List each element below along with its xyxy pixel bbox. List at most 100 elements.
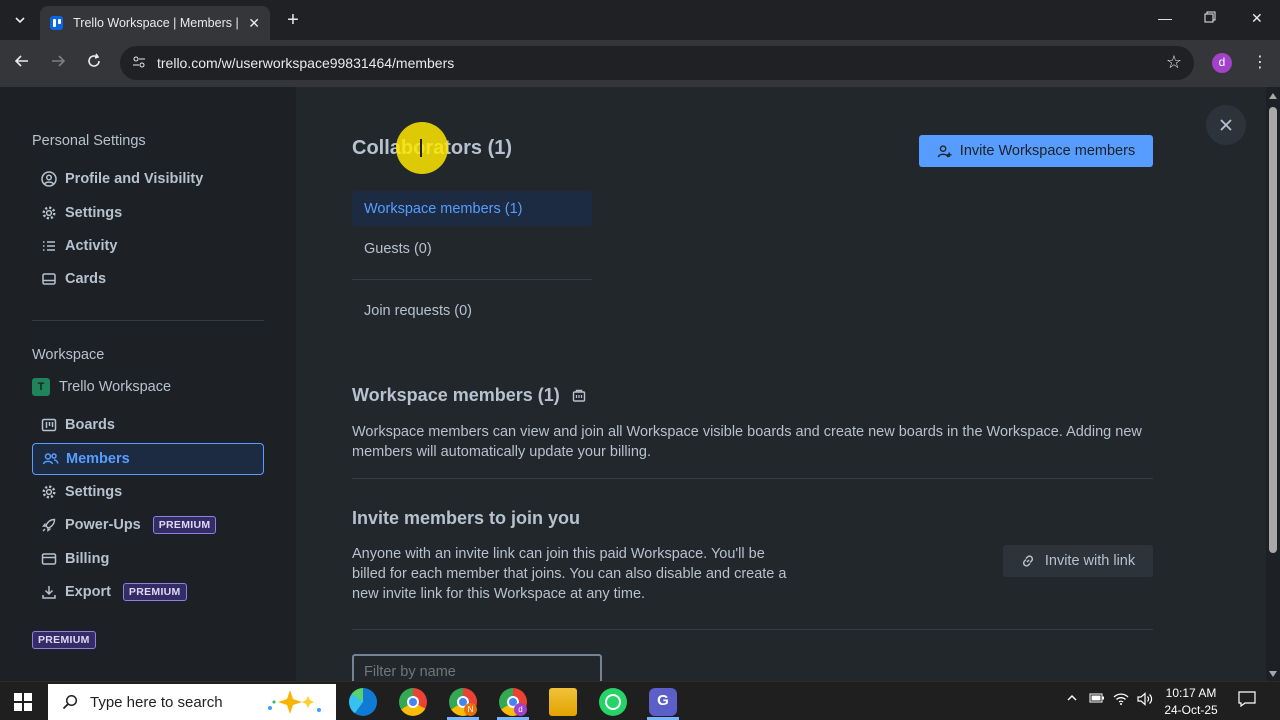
sidebar-item-personal-settings[interactable]: Settings (32, 197, 264, 229)
tab-workspace-members[interactable]: Workspace members (1) (352, 191, 592, 226)
browser-toolbar: trello.com/w/userworkspace99831464/membe… (0, 40, 1280, 87)
browser-tab-bar: Trello Workspace | Members | Tr ✕ + — ✕ (0, 0, 1280, 40)
close-button[interactable] (1206, 105, 1246, 145)
wifi-icon[interactable] (1113, 692, 1129, 709)
arrow-right-icon (52, 55, 66, 67)
sidebar-item-label: Cards (65, 271, 107, 287)
windows-start-icon[interactable] (14, 693, 32, 711)
sidebar-item-workspace-settings[interactable]: Settings (32, 476, 264, 508)
tabs-divider (352, 279, 592, 280)
site-info-icon[interactable] (132, 55, 146, 72)
invite-with-link-button[interactable]: Invite with link (1003, 545, 1153, 577)
settings-sidebar: Personal Settings Profile and Visibility… (0, 87, 296, 681)
sidebar-item-label: Activity (65, 238, 118, 254)
restore-icon (1204, 11, 1216, 23)
tab-title: Trello Workspace | Members | Tr (73, 16, 241, 30)
sidebar-item-label: Profile and Visibility (65, 171, 204, 187)
invite-link-label: Invite with link (1044, 553, 1136, 569)
new-tab-button[interactable]: + (282, 9, 304, 32)
tab-guests[interactable]: Guests (0) (352, 231, 592, 266)
browser-tab[interactable]: Trello Workspace | Members | Tr ✕ (40, 6, 270, 40)
page-scrollbar[interactable] (1266, 87, 1280, 681)
reload-button[interactable] (86, 53, 102, 74)
file-explorer-icon[interactable] (549, 688, 577, 716)
invite-workspace-members-button[interactable]: Invite Workspace members (919, 135, 1153, 167)
taskbar-search-box[interactable]: Type here to search (48, 684, 336, 720)
members-heading: Workspace members (1) (352, 385, 586, 406)
filter-by-name-input[interactable] (352, 654, 602, 681)
battery-icon[interactable] (1089, 692, 1105, 707)
sidebar-item-label: Export (65, 584, 111, 600)
tab-join-requests[interactable]: Join requests (0) (352, 293, 592, 328)
taskbar-clock[interactable]: 10:17 AM 24-Oct-25 (1160, 685, 1222, 719)
chevron-down-icon (15, 17, 25, 24)
browser-menu-icon[interactable]: ⋮ (1252, 52, 1268, 72)
app-g-icon[interactable]: G (649, 688, 677, 716)
tab-close-icon[interactable]: ✕ (248, 15, 260, 32)
search-highlights-icon (262, 688, 328, 720)
sidebar-divider (32, 320, 264, 321)
clock-time: 10:17 AM (1165, 686, 1217, 700)
volume-icon[interactable] (1137, 692, 1153, 709)
tab-search-dropdown[interactable] (8, 8, 32, 32)
notification-icon[interactable] (1238, 691, 1256, 710)
chrome-profile-d-icon[interactable]: d (499, 688, 527, 716)
section-divider (352, 629, 1153, 630)
personal-settings-title: Personal Settings (32, 133, 146, 149)
workspace-avatar: T (32, 378, 50, 396)
sidebar-item-label: Members (66, 451, 130, 467)
tray-chevron-up-icon[interactable] (1066, 692, 1078, 707)
members-panel: Collaborators (1) Invite Workspace membe… (296, 87, 1266, 681)
minimize-button[interactable]: — (1158, 10, 1172, 26)
back-button[interactable] (14, 53, 30, 74)
scroll-up-arrow-icon[interactable] (1269, 93, 1277, 99)
members-description: Workspace members can view and join all … (352, 424, 1142, 460)
arrow-left-icon (14, 55, 28, 67)
edge-browser-icon[interactable] (349, 688, 377, 716)
sidebar-item-billing[interactable]: Billing (32, 543, 264, 575)
workspace-name: Trello Workspace (59, 379, 172, 395)
section-divider (352, 478, 1153, 479)
sidebar-item-label: Settings (65, 484, 123, 500)
profile-avatar[interactable]: d (1212, 53, 1232, 73)
sidebar-item-export[interactable]: Export PREMIUM (32, 576, 264, 608)
sidebar-item-cards[interactable]: Cards (32, 263, 264, 295)
link-icon (1021, 554, 1035, 568)
user-circle-icon (40, 170, 58, 188)
sidebar-item-boards[interactable]: Boards (32, 409, 264, 441)
bookmark-star-icon[interactable]: ☆ (1166, 52, 1182, 73)
workspace-section-title: Workspace (32, 347, 105, 363)
premium-badge: PREMIUM (122, 583, 187, 601)
address-bar[interactable]: trello.com/w/userworkspace99831464/membe… (120, 46, 1194, 80)
text-cursor-icon (420, 139, 422, 157)
forward-button[interactable] (50, 53, 66, 74)
copy-icon[interactable] (572, 389, 586, 403)
gear-icon (40, 204, 58, 222)
invite-button-label: Invite Workspace members (959, 143, 1136, 159)
invite-heading: Invite members to join you (352, 508, 581, 528)
credit-card-icon (40, 550, 58, 568)
members-heading-text: Workspace members (1) (352, 385, 560, 405)
sidebar-item-power-ups[interactable]: Power-Ups PREMIUM (32, 509, 264, 541)
list-icon (40, 237, 58, 255)
restore-button[interactable] (1204, 10, 1216, 26)
url-text: trello.com/w/userworkspace99831464/membe… (157, 55, 455, 71)
sidebar-item-label: Boards (65, 417, 115, 433)
whatsapp-icon[interactable] (599, 688, 627, 716)
window-close-button[interactable]: ✕ (1251, 10, 1263, 27)
chrome-profile-n-icon[interactable]: N (449, 688, 477, 716)
premium-badge: PREMIUM (32, 631, 96, 649)
sidebar-item-activity[interactable]: Activity (32, 230, 264, 262)
rocket-icon (40, 516, 58, 534)
scrollbar-thumb[interactable] (1269, 107, 1277, 553)
footer-premium-badge-wrap: PREMIUM (32, 630, 96, 649)
chrome-icon[interactable] (399, 688, 427, 716)
reload-icon (88, 53, 100, 67)
sidebar-item-profile[interactable]: Profile and Visibility (32, 163, 264, 195)
gear-icon (40, 483, 58, 501)
add-user-icon (937, 144, 952, 159)
windows-taskbar: Type here to search N d G 10:17 AM 24-Oc… (0, 681, 1280, 720)
sidebar-item-members[interactable]: Members (32, 443, 264, 475)
download-icon (40, 583, 58, 601)
scroll-down-arrow-icon[interactable] (1269, 671, 1277, 677)
